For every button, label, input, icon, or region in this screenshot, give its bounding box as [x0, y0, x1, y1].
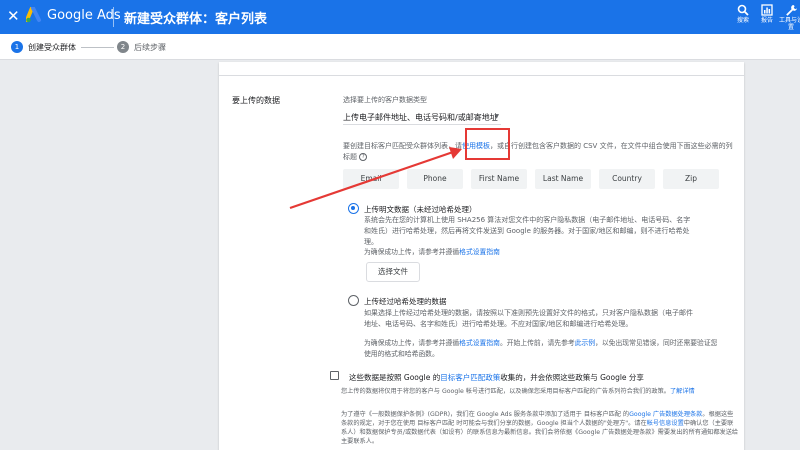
consent-label: 这些数据是按照 Google 的目标客户匹配政策收集的，并会依照这些政策与 Go… [349, 372, 644, 383]
dropdown-caret-icon: ▼ [494, 113, 499, 120]
learn-more-link[interactable]: 了解详情 [670, 388, 695, 395]
stepper-bar: 1 创建受众群体 2 后续步骤 [0, 34, 800, 60]
search-icon [737, 4, 749, 16]
plain-data-radio[interactable] [348, 203, 359, 214]
account-settings-link[interactable]: 帐号信息设置 [647, 420, 684, 427]
header-divider [113, 7, 114, 27]
stepper-connector [81, 47, 114, 48]
data-type-hint: 选择要上传的客户数据类型 [343, 96, 427, 104]
consent-text-before: 这些数据是按照 Google 的 [349, 373, 441, 382]
hashed-format-guide-link[interactable]: 格式设置指南 [459, 339, 500, 347]
plain-data-description: 系统会先在您的计算机上使用 SHA256 算法对您文件中的客户隐私数据（电子邮件… [364, 216, 691, 246]
data-type-selected-value: 上传电子邮件地址、电话号码和/或邮寄地址 [343, 113, 498, 122]
plain-note-text: 为确保成功上传，请参考并遵循 [364, 248, 460, 256]
tools-settings-button[interactable]: 工具与设置 [777, 4, 800, 31]
column-chip: Country [599, 169, 655, 189]
hashed-data-title: 上传经过哈希处理的数据 [364, 297, 447, 306]
customer-match-policy-link[interactable]: 目标客户匹配政策 [440, 373, 500, 382]
plain-data-note: 为确保成功上传，请参考并遵循格式设置指南 [364, 246, 500, 256]
template-instructions: 要创建目标客户匹配受众群体列表，请使用模板，或自行创建包含客户数据的 CSV 文… [343, 141, 738, 163]
gdpr-text-before: 为了遵守《一般数据保护条例》(GDPR)，我们在 Google Ads 服务条款… [341, 411, 630, 418]
hashed-note-mid: 。开始上传前，请先参考 [499, 339, 575, 347]
column-chip: Phone [407, 169, 463, 189]
format-guide-link[interactable]: 格式设置指南 [459, 248, 500, 256]
step-1-number: 1 [11, 41, 23, 53]
hashed-data-radio[interactable] [348, 295, 359, 306]
help-icon[interactable]: ? [359, 153, 368, 161]
google-ads-logo [26, 7, 41, 23]
close-icon[interactable]: ✕ [7, 7, 20, 25]
hashed-data-note: 为确保成功上传，请参考并遵循格式设置指南。开始上传前，请先参考此示例，以免出现常… [364, 338, 724, 360]
template-link-highlight-box [465, 128, 510, 160]
brand-name: Google Ads [47, 8, 121, 23]
consent-checkbox[interactable] [330, 371, 339, 380]
data-type-dropdown[interactable]: 上传电子邮件地址、电话号码和/或邮寄地址 ▼ [343, 112, 501, 125]
choose-file-button[interactable]: 选择文件 [366, 262, 420, 282]
instructions-text-before: 要创建目标客户匹配受众群体列表，请 [343, 142, 462, 150]
audience-form-card: 要上传的数据 选择要上传的客户数据类型 上传电子邮件地址、电话号码和/或邮寄地址… [219, 62, 744, 450]
page-title: 新建受众群体：客户列表 [124, 12, 268, 27]
column-chip: Zip [663, 169, 719, 189]
data-processing-terms-link[interactable]: Google 广告数据处理条款 [629, 411, 702, 418]
usage-notice-text: 您上传的数据将仅用于将您的客户与 Google 帐号进行匹配，以及确保您采用目标… [341, 388, 670, 395]
step-1-label[interactable]: 创建受众群体 [28, 42, 76, 53]
tools-settings-label: 工具与设置 [778, 17, 800, 31]
hashed-data-description: 如果选择上传经过哈希处理的数据，请按照以下准则预先设置好文件的格式，只对客户隐私… [364, 309, 693, 328]
column-chip: Last Name [535, 169, 591, 189]
upload-section-label: 要上传的数据 [232, 96, 280, 105]
wrench-icon [786, 5, 797, 16]
gdpr-notice: 为了遵守《一般数据保护条例》(GDPR)，我们在 Google Ads 服务条款… [341, 410, 739, 446]
step-2-label[interactable]: 后续步骤 [134, 42, 166, 53]
consent-text-after: 收集的，并会依照这些政策与 Google 分享 [500, 373, 644, 382]
step-2-number: 2 [117, 41, 129, 53]
data-usage-notice: 您上传的数据将仅用于将您的客户与 Google 帐号进行匹配，以及确保您采用目标… [341, 387, 739, 396]
plain-data-title: 上传明文数据（未经过哈希处理） [364, 205, 477, 214]
top-app-bar: ✕ Google Ads 新建受众群体：客户列表 搜索 报告 工具与设置 [0, 0, 800, 34]
required-columns-list: Email Phone First Name Last Name Country… [343, 169, 723, 189]
hashed-note-text: 为确保成功上传，请参考并遵循 [364, 339, 460, 347]
example-link[interactable]: 此示例 [575, 339, 595, 347]
column-chip: Email [343, 169, 399, 189]
column-chip: First Name [471, 169, 527, 189]
report-icon [761, 4, 773, 16]
section-divider [219, 75, 744, 76]
